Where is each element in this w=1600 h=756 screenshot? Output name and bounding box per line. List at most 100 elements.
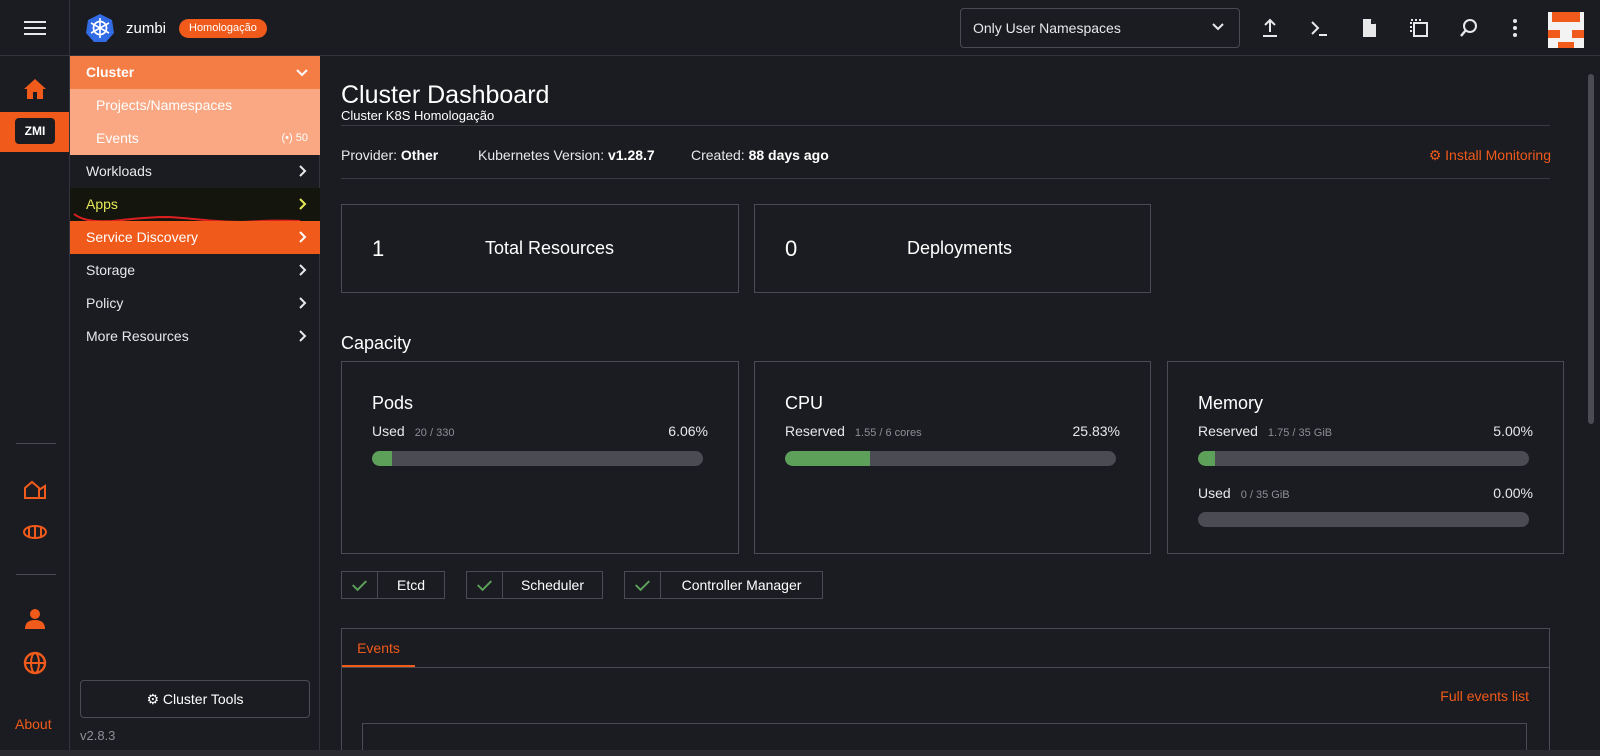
etcd-label: Etcd <box>396 577 425 593</box>
cpu-reserved-percent: 25.83% <box>1072 423 1120 439</box>
chevron-right-icon <box>299 231 307 243</box>
memory-capacity-card: Memory Reserved 1.75 / 35 GiB 5.00% Used 0… <box>1167 361 1564 554</box>
virtualization-icon[interactable] <box>22 519 48 545</box>
kubernetes-version-info: Kubernetes Version: v1.28.7 <box>478 147 655 163</box>
etcd-status: Etcd <box>341 571 445 599</box>
kubeconfig-file-icon[interactable] <box>1357 16 1381 40</box>
nav-item-storage[interactable]: Storage <box>70 254 320 287</box>
deployments-label: Deployments <box>907 238 1013 258</box>
nav-item-events[interactable]: Events (•) 50 <box>70 122 320 155</box>
side-navigation: Cluster Projects/Namespaces Events (•) 5… <box>70 56 320 756</box>
cpu-reserved-label: Reserved 1.55 / 6 cores <box>785 423 922 439</box>
check-icon <box>352 572 378 598</box>
chevron-right-icon <box>299 264 307 276</box>
home-icon[interactable] <box>22 76 48 102</box>
events-panel: Events Full events list <box>341 628 1550 756</box>
full-events-list-link[interactable]: Full events list <box>1440 688 1529 704</box>
globe-icon[interactable] <box>22 650 48 676</box>
meta-divider <box>341 178 1550 179</box>
bottom-edge <box>0 750 1600 756</box>
cpu-capacity-card: CPU Reserved 1.55 / 6 cores 25.83% <box>754 361 1151 554</box>
gear-icon: ⚙ <box>1428 147 1442 163</box>
memory-reserved-label: Reserved 1.75 / 35 GiB <box>1198 423 1333 439</box>
deployments-count: 0 <box>785 236 798 261</box>
nav-item-more-resources[interactable]: More Resources <box>70 320 320 353</box>
tab-events[interactable]: Events <box>342 629 415 667</box>
cpu-usage-fill <box>785 451 871 466</box>
title-divider <box>341 125 1550 126</box>
nav-item-projects-namespaces[interactable]: Projects/Namespaces <box>70 89 320 122</box>
deployments-card[interactable]: 0 Deployments <box>754 204 1151 293</box>
environment-badge: Homologação <box>179 19 267 38</box>
controller-manager-label: Controller Manager <box>681 577 802 593</box>
chevron-down-icon <box>296 69 308 77</box>
install-monitoring-label: Install Monitoring <box>1445 147 1551 163</box>
kubernetes-logo-icon <box>86 14 114 42</box>
rail-divider-1 <box>16 443 56 444</box>
nav-item-policy[interactable]: Policy <box>70 287 320 320</box>
check-icon <box>635 572 661 598</box>
chevron-right-icon <box>299 330 307 342</box>
search-icon[interactable] <box>1457 16 1481 40</box>
import-yaml-icon[interactable] <box>1258 16 1282 40</box>
memory-used-percent: 0.00% <box>1493 485 1533 501</box>
scheduler-label: Scheduler <box>520 577 585 593</box>
nav-item-workloads-label: Workloads <box>86 163 152 179</box>
nav-item-storage-label: Storage <box>86 262 136 278</box>
menu-icon[interactable] <box>24 18 46 38</box>
main-content: Cluster Dashboard Cluster K8S Homologaçã… <box>321 56 1583 756</box>
install-monitoring-link[interactable]: ⚙ Install Monitoring <box>1429 147 1551 164</box>
nav-item-apps[interactable]: Apps <box>70 188 320 224</box>
pods-used-percent: 6.06% <box>668 423 708 439</box>
nav-group-cluster[interactable]: Cluster <box>70 56 320 89</box>
app-version: v2.8.3 <box>80 728 116 743</box>
chevron-right-icon <box>299 297 307 309</box>
pods-title: Pods <box>372 393 414 413</box>
copy-kubeconfig-icon[interactable] <box>1407 16 1431 40</box>
cluster-chip[interactable]: ZMI <box>15 118 55 144</box>
cluster-name: zumbi <box>126 20 167 37</box>
namespace-filter-value: Only User Namespaces <box>973 20 1121 36</box>
memory-reserved-fill <box>1198 451 1215 466</box>
nav-item-projects-label: Projects/Namespaces <box>96 97 233 113</box>
controller-manager-status: Controller Manager <box>624 571 823 599</box>
scrollbar-thumb[interactable] <box>1588 74 1594 424</box>
memory-reserved-bar <box>1198 451 1529 466</box>
total-resources-count: 1 <box>372 236 385 261</box>
memory-used-label: Used 0 / 35 GiB <box>1198 485 1290 501</box>
tab-divider <box>342 667 1549 668</box>
scheduler-status: Scheduler <box>466 571 603 599</box>
pods-usage-bar <box>372 451 703 466</box>
gear-icon: ⚙ <box>146 691 159 707</box>
page-scrollbar[interactable] <box>1585 60 1597 756</box>
about-link[interactable]: About <box>15 716 52 732</box>
chevron-down-icon <box>1212 23 1224 31</box>
nav-item-more-resources-label: More Resources <box>86 328 189 344</box>
total-resources-card[interactable]: 1 Total Resources <box>341 204 739 293</box>
fleet-icon[interactable] <box>22 476 48 502</box>
nav-item-workloads[interactable]: Workloads <box>70 155 320 188</box>
nav-item-service-discovery-label: Service Discovery <box>86 229 199 245</box>
more-options-icon[interactable] <box>1503 16 1527 40</box>
cluster-tools-button[interactable]: ⚙ Cluster Tools <box>80 680 310 718</box>
user-icon[interactable] <box>22 606 48 632</box>
nav-item-apps-label: Apps <box>86 196 118 212</box>
namespace-filter-select[interactable]: Only User Namespaces <box>960 8 1240 48</box>
rail-divider-2 <box>16 574 56 575</box>
memory-title: Memory <box>1198 393 1264 413</box>
total-resources-label: Total Resources <box>485 238 615 258</box>
cpu-title: CPU <box>785 393 824 413</box>
memory-reserved-percent: 5.00% <box>1493 423 1533 439</box>
memory-used-bar <box>1198 512 1529 527</box>
check-icon <box>477 572 503 598</box>
events-count-badge: (•) 50 <box>281 132 308 144</box>
pods-used-label: Used 20 / 330 <box>372 423 455 439</box>
nav-item-policy-label: Policy <box>86 295 124 311</box>
provider-info: Provider: Other <box>341 147 439 163</box>
kubectl-shell-icon[interactable] <box>1307 16 1331 40</box>
user-avatar[interactable] <box>1548 12 1584 48</box>
nav-item-service-discovery[interactable]: Service Discovery <box>70 221 320 254</box>
cpu-usage-bar <box>785 451 1116 466</box>
chevron-right-icon <box>299 165 307 177</box>
cluster-tools-label: Cluster Tools <box>162 691 244 707</box>
